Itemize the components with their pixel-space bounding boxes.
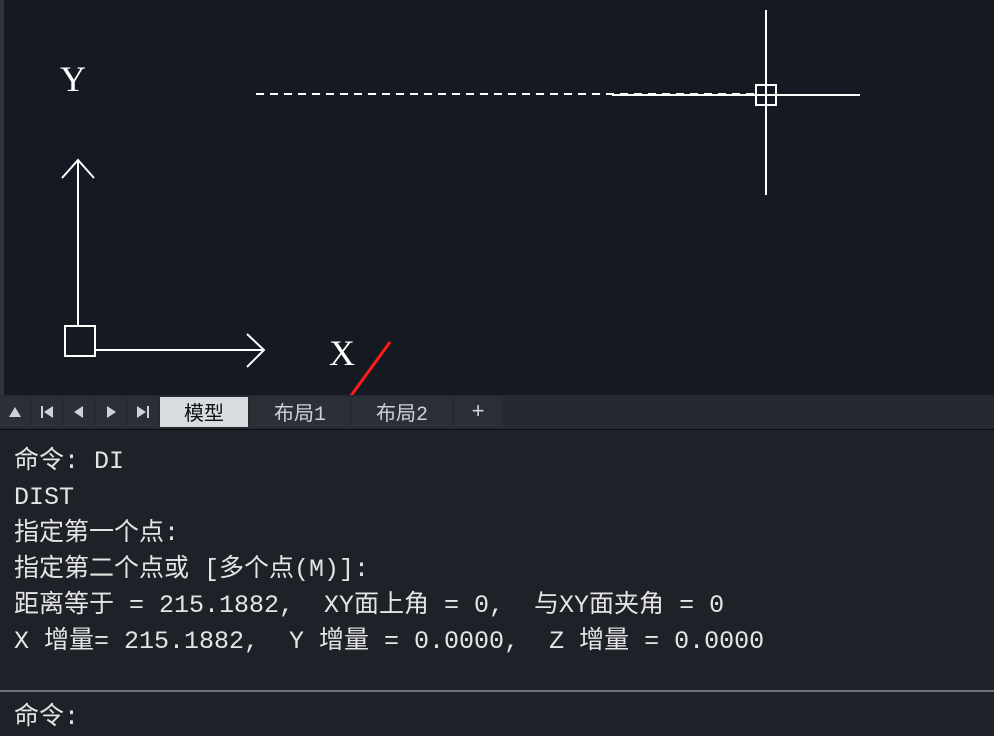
cmd-line: 指定第一个点: [14,516,982,552]
layout-tab-strip: 模型 布局1 布局2 + [0,395,994,429]
tab-model[interactable]: 模型 [160,397,248,427]
command-input[interactable] [79,694,994,734]
cmd-line: 距离等于 = 215.1882, XY面上角 = 0, 与XY面夹角 = 0 [14,588,982,624]
tabs-first-icon[interactable] [32,397,62,427]
tab-add-button[interactable]: + [454,397,502,427]
drawing-viewport[interactable]: X Y [0,0,994,395]
cmd-line: 指定第二个点或 [多个点(M)]: [14,552,982,588]
tab-layout2[interactable]: 布局2 [352,397,452,427]
tabs-last-icon[interactable] [128,397,158,427]
tabs-up-icon[interactable] [0,397,30,427]
command-prompt-label: 命令: [14,696,79,732]
command-input-row: 命令: [0,690,994,736]
cmd-line: DIST [14,480,982,516]
cmd-line: X 增量= 215.1882, Y 增量 = 0.0000, Z 增量 = 0.… [14,624,982,660]
crosshair-cursor [4,0,994,395]
tabs-next-icon[interactable] [96,397,126,427]
tabs-prev-icon[interactable] [64,397,94,427]
cmd-line: 命令: DI [14,444,982,480]
command-panel: 命令: DI DIST 指定第一个点: 指定第二个点或 [多个点(M)]: 距离… [0,429,994,736]
tab-layout1[interactable]: 布局1 [250,397,350,427]
command-history: 命令: DI DIST 指定第一个点: 指定第二个点或 [多个点(M)]: 距离… [0,430,994,660]
